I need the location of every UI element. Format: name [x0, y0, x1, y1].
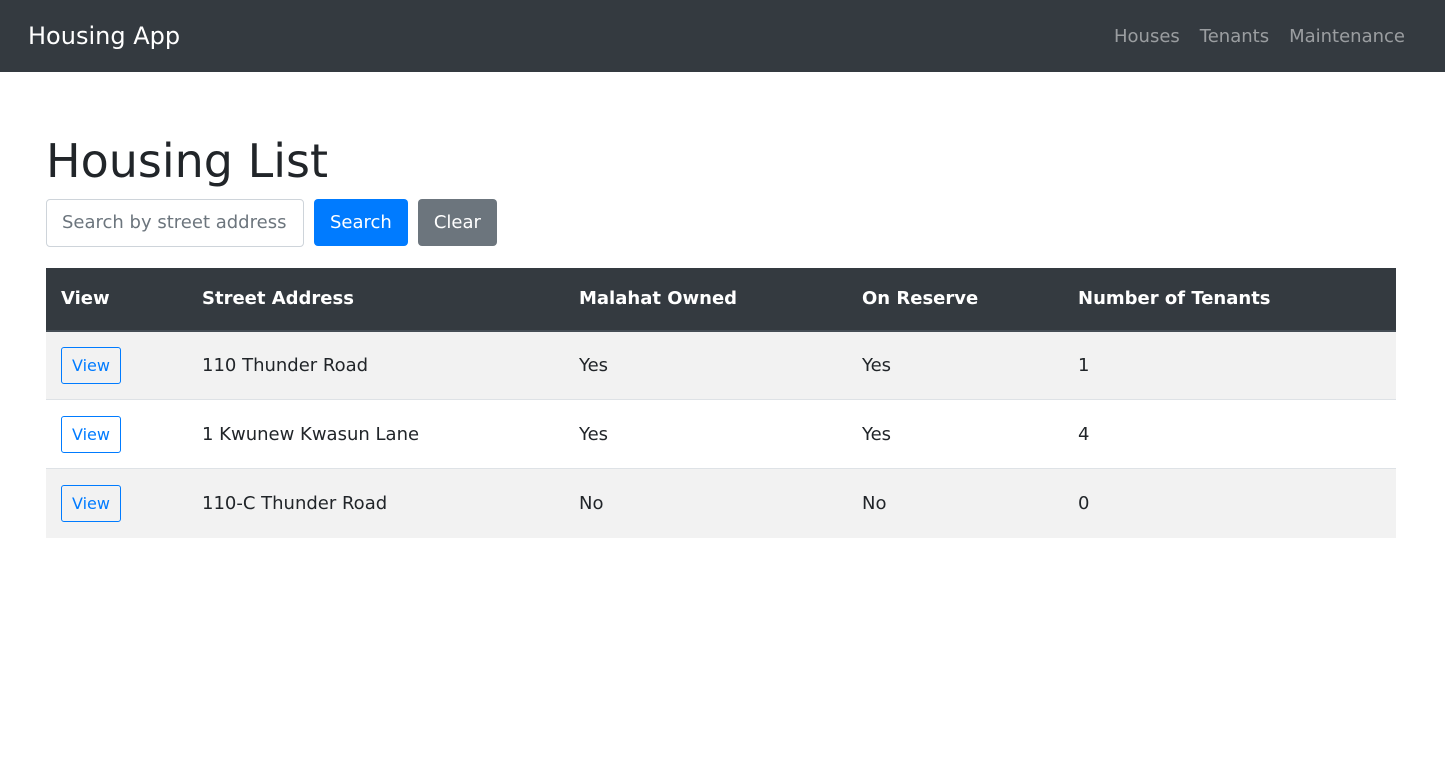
- cell-malahat-owned: Yes: [564, 399, 847, 469]
- table-row: View 110 Thunder Road Yes Yes 1: [46, 330, 1396, 400]
- table-body: View 110 Thunder Road Yes Yes 1 View 1 K…: [46, 330, 1396, 538]
- cell-on-reserve: No: [847, 468, 1063, 538]
- cell-on-reserve: Yes: [847, 399, 1063, 469]
- clear-button[interactable]: Clear: [417, 198, 497, 246]
- header-view: View: [46, 267, 187, 332]
- view-button[interactable]: View: [61, 346, 121, 384]
- cell-number-of-tenants: 4: [1063, 399, 1396, 469]
- search-button[interactable]: Search: [314, 198, 408, 246]
- header-row: View Street Address Malahat Owned On Res…: [46, 267, 1396, 332]
- cell-on-reserve: Yes: [862, 354, 892, 376]
- table-row: View 1 Kwunew Kwasun Lane Yes Yes 4: [46, 399, 1396, 469]
- nav-links: Houses Tenants Maintenance: [1114, 26, 1417, 47]
- cell-malahat-owned: Yes: [579, 354, 609, 376]
- brand-link[interactable]: Housing App: [28, 22, 180, 50]
- cell-street-address: 110 Thunder Road: [202, 354, 369, 376]
- cell-street-address: 110-C Thunder Road: [187, 468, 564, 538]
- header-street-address: Street Address: [187, 267, 564, 332]
- nav-link-maintenance[interactable]: Maintenance: [1289, 26, 1405, 47]
- cell-number-of-tenants: 1: [1078, 354, 1090, 376]
- cell-malahat-owned: No: [564, 468, 847, 538]
- cell-view: View: [46, 399, 187, 469]
- page-title: Housing List: [46, 134, 329, 188]
- header-malahat-owned: Malahat Owned: [564, 267, 847, 332]
- header-on-reserve: On Reserve: [847, 267, 1063, 332]
- cell-street-address: 1 Kwunew Kwasun Lane: [187, 399, 564, 469]
- header-number-of-tenants: Number of Tenants: [1063, 267, 1396, 332]
- cell-number-of-tenants: 0: [1063, 468, 1396, 538]
- table-row: View 110-C Thunder Road No No 0: [46, 468, 1396, 538]
- cell-view: View: [46, 468, 187, 538]
- nav-link-tenants[interactable]: Tenants: [1200, 26, 1269, 47]
- view-button[interactable]: View: [61, 484, 121, 522]
- main-content: Housing List Search Clear View Street Ad…: [0, 136, 1445, 538]
- view-button[interactable]: View: [61, 415, 121, 453]
- search-bar: Search Clear: [46, 198, 1399, 247]
- top-navbar: Housing App Houses Tenants Maintenance: [0, 0, 1445, 72]
- nav-link-houses[interactable]: Houses: [1114, 26, 1180, 47]
- housing-table: View Street Address Malahat Owned On Res…: [46, 267, 1396, 538]
- cell-view: View: [46, 331, 187, 400]
- search-input[interactable]: [46, 198, 304, 247]
- table-header: View Street Address Malahat Owned On Res…: [46, 267, 1396, 332]
